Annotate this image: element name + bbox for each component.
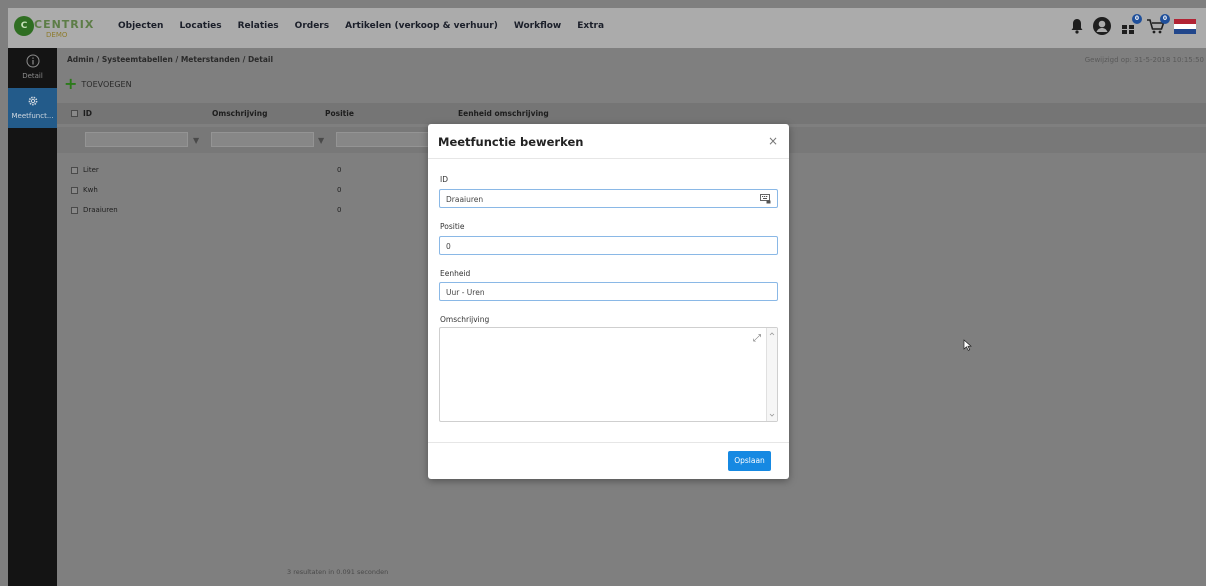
positie-field[interactable]: 0 xyxy=(439,236,778,255)
filter-icon[interactable]: ▼ xyxy=(318,136,324,145)
nav-artikelen[interactable]: Artikelen (verkoop & verhuur) xyxy=(345,21,498,31)
nav-orders[interactable]: Orders xyxy=(295,21,329,31)
info-icon xyxy=(26,54,39,68)
dialog-footer: Opslaan xyxy=(428,442,789,480)
cell-positie: 0 xyxy=(337,186,342,194)
add-button[interactable]: + TOEVOEGEN xyxy=(64,74,132,93)
table-header: ID Omschrijving Positie Eenheid omschrij… xyxy=(57,103,1206,124)
eenheid-field-value: Uur - Uren xyxy=(446,288,485,297)
column-header-positie[interactable]: Positie xyxy=(325,109,354,118)
logo-demo-label: DEMO xyxy=(46,31,68,39)
cart-badge: 0 xyxy=(1160,14,1170,24)
nav-workflow[interactable]: Workflow xyxy=(514,21,561,31)
dialog-title: Meetfunctie bewerken xyxy=(438,135,584,149)
eenheid-field[interactable]: Uur - Uren xyxy=(439,282,778,301)
add-button-label: TOEVOEGEN xyxy=(81,79,132,89)
app-logo[interactable]: C CENTRIX DEMO xyxy=(14,14,93,42)
sidebar-item-meetfunctie[interactable]: Meetfunct... xyxy=(8,88,57,128)
row-checkbox[interactable] xyxy=(71,207,78,214)
top-bar: C CENTRIX DEMO Objecten Locaties Relatie… xyxy=(8,8,1206,48)
mouse-cursor-icon xyxy=(963,339,972,351)
last-modified-text: Gewijzigd op: 31-5-2018 10:15:50 xyxy=(1084,56,1204,64)
sidebar-item-label: Meetfunct... xyxy=(11,112,54,120)
header-icons: 0 0 xyxy=(1070,14,1196,36)
left-sidebar: Detail Meetfunct... xyxy=(8,48,57,586)
breadcrumb[interactable]: Admin / Systeemtabellen / Meterstanden /… xyxy=(67,55,273,64)
id-field[interactable]: Draaiuren xyxy=(439,189,778,208)
eenheid-label: Eenheid xyxy=(440,269,471,278)
results-summary: 3 resultaten in 0.091 seconden xyxy=(287,568,389,576)
omschrijving-label: Omschrijving xyxy=(440,315,490,324)
cell-positie: 0 xyxy=(337,206,342,214)
edit-dialog: Meetfunctie bewerken × ID Draaiuren Posi… xyxy=(428,124,789,479)
grid-icon[interactable]: 0 xyxy=(1120,14,1142,35)
filter-icon[interactable]: ▼ xyxy=(193,136,199,145)
cell-id: Liter xyxy=(83,166,99,174)
id-field-value: Draaiuren xyxy=(446,195,484,204)
bell-icon[interactable] xyxy=(1070,18,1084,34)
save-button[interactable]: Opslaan xyxy=(728,451,771,471)
logo-text: CENTRIX xyxy=(34,18,95,31)
filter-positie-input[interactable] xyxy=(336,132,431,147)
id-label: ID xyxy=(440,175,448,184)
language-flag-icon[interactable] xyxy=(1174,18,1196,34)
positie-label: Positie xyxy=(440,222,465,231)
row-checkbox[interactable] xyxy=(71,187,78,194)
nav-extra[interactable]: Extra xyxy=(577,21,604,31)
filter-id-input[interactable] xyxy=(85,132,188,147)
nav-objecten[interactable]: Objecten xyxy=(118,21,163,31)
expand-icon[interactable]: ⤢ xyxy=(753,333,761,344)
textarea-scrollbar[interactable] xyxy=(766,328,777,421)
close-icon[interactable]: × xyxy=(768,134,778,148)
dialog-header: Meetfunctie bewerken × xyxy=(428,124,789,159)
cell-id: Draaiuren xyxy=(83,206,118,214)
grid-badge: 0 xyxy=(1132,14,1142,24)
main-nav: Objecten Locaties Relaties Orders Artike… xyxy=(118,21,620,31)
gear-icon xyxy=(28,96,37,106)
sidebar-item-detail[interactable]: Detail xyxy=(8,48,57,88)
positie-field-value: 0 xyxy=(446,242,451,251)
cart-icon[interactable]: 0 xyxy=(1146,14,1170,35)
row-checkbox[interactable] xyxy=(71,167,78,174)
omschrijving-textarea[interactable]: ⤢ xyxy=(439,327,778,422)
logo-mark: C xyxy=(14,16,34,36)
cell-positie: 0 xyxy=(337,166,342,174)
column-header-id[interactable]: ID xyxy=(83,109,92,118)
nav-relaties[interactable]: Relaties xyxy=(238,21,279,31)
filter-omschrijving-input[interactable] xyxy=(211,132,314,147)
nav-locaties[interactable]: Locaties xyxy=(179,21,221,31)
column-header-omschrijving[interactable]: Omschrijving xyxy=(212,109,267,118)
keyboard-icon[interactable] xyxy=(760,194,771,204)
sidebar-item-label: Detail xyxy=(22,72,43,80)
cell-id: Kwh xyxy=(83,186,98,194)
select-all-checkbox[interactable] xyxy=(71,110,78,117)
user-avatar-icon[interactable] xyxy=(1092,16,1112,36)
column-header-eenheid[interactable]: Eenheid omschrijving xyxy=(458,109,549,118)
plus-icon: + xyxy=(64,74,78,93)
